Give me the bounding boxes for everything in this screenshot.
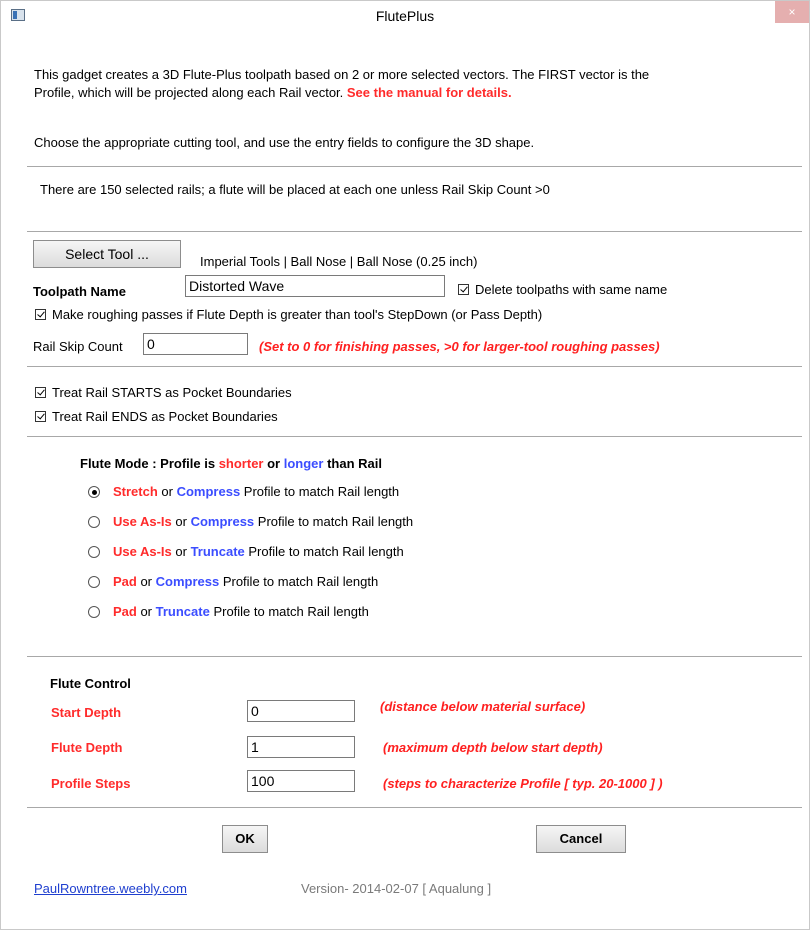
- checkbox-icon[interactable]: [458, 284, 469, 295]
- option-rest: Profile to match Rail length: [244, 544, 404, 559]
- toolpath-name-input[interactable]: [185, 275, 445, 297]
- rail-ends-label: Treat Rail ENDS as Pocket Boundaries: [52, 409, 278, 424]
- radio-icon[interactable]: [88, 546, 100, 558]
- rail-starts-label: Treat Rail STARTS as Pocket Boundaries: [52, 385, 292, 400]
- rails-info: There are 150 selected rails; a flute wi…: [40, 182, 550, 197]
- flute-mode-option[interactable]: Stretch or Compress Profile to match Rai…: [88, 484, 399, 499]
- option-or: or: [136, 604, 156, 619]
- ok-button[interactable]: OK: [222, 825, 268, 853]
- option-secondary: Compress: [155, 574, 220, 589]
- rail-starts-checkbox[interactable]: Treat Rail STARTS as Pocket Boundaries: [35, 385, 292, 400]
- flute-depth-hint: (maximum depth below start depth): [383, 740, 603, 755]
- website-link[interactable]: PaulRowntree.weebly.com: [34, 881, 187, 896]
- tool-description: Imperial Tools | Ball Nose | Ball Nose (…: [200, 254, 478, 269]
- option-secondary: Compress: [190, 514, 255, 529]
- option-secondary: Compress: [176, 484, 241, 499]
- divider: [27, 807, 802, 808]
- version-text: Version- 2014-02-07 [ Aqualung ]: [301, 881, 492, 896]
- option-secondary: Truncate: [190, 544, 245, 559]
- radio-icon[interactable]: [88, 576, 100, 588]
- profile-steps-label: Profile Steps: [51, 776, 131, 791]
- option-primary: Pad: [113, 604, 137, 619]
- flute-mode-heading-text: Flute Mode : Profile is: [80, 456, 219, 471]
- delete-toolpaths-checkbox[interactable]: Delete toolpaths with same name: [458, 282, 667, 297]
- option-rest: Profile to match Rail length: [219, 574, 379, 589]
- flute-mode-heading: Flute Mode : Profile is shorter or longe…: [80, 456, 382, 471]
- or-text: or: [263, 456, 284, 471]
- flute-depth-label: Flute Depth: [51, 740, 123, 755]
- option-primary: Stretch: [113, 484, 158, 499]
- option-or: or: [171, 544, 191, 559]
- title-bar: FlutePlus ×: [1, 1, 809, 31]
- intro-line-2-text: Profile, which will be projected along e…: [34, 85, 347, 100]
- longer-text: longer: [283, 456, 324, 471]
- intro-line-3: Choose the appropriate cutting tool, and…: [34, 135, 535, 150]
- divider: [27, 231, 802, 232]
- profile-steps-hint: (steps to characterize Profile [ typ. 20…: [383, 776, 663, 791]
- start-depth-input[interactable]: [247, 700, 355, 722]
- option-or: or: [171, 514, 191, 529]
- option-primary: Pad: [113, 574, 137, 589]
- rail-skip-input[interactable]: [143, 333, 248, 355]
- close-button[interactable]: ×: [775, 1, 809, 23]
- roughing-label: Make roughing passes if Flute Depth is g…: [52, 307, 543, 322]
- intro-line-1: This gadget creates a 3D Flute-Plus tool…: [34, 67, 650, 82]
- rail-skip-label: Rail Skip Count: [33, 339, 123, 354]
- start-depth-label: Start Depth: [51, 705, 122, 720]
- intro-line-2: Profile, which will be projected along e…: [34, 85, 512, 100]
- roughing-checkbox[interactable]: Make roughing passes if Flute Depth is g…: [35, 307, 542, 322]
- option-primary: Use As-Is: [113, 514, 172, 529]
- option-rest: Profile to match Rail length: [209, 604, 369, 619]
- flute-mode-option[interactable]: Pad or Truncate Profile to match Rail le…: [88, 604, 369, 619]
- flute-depth-input[interactable]: [247, 736, 355, 758]
- cancel-button[interactable]: Cancel: [536, 825, 626, 853]
- checkbox-icon[interactable]: [35, 309, 46, 320]
- flute-mode-option[interactable]: Pad or Compress Profile to match Rail le…: [88, 574, 378, 589]
- start-depth-hint: (distance below material surface): [380, 699, 586, 714]
- divider: [27, 436, 802, 437]
- window-title: FlutePlus: [375, 8, 435, 24]
- flute-mode-option[interactable]: Use As-Is or Truncate Profile to match R…: [88, 544, 404, 559]
- than-rail-text: than Rail: [323, 456, 382, 471]
- radio-icon[interactable]: [88, 606, 100, 618]
- option-or: or: [136, 574, 156, 589]
- option-rest: Profile to match Rail length: [240, 484, 400, 499]
- option-or: or: [157, 484, 177, 499]
- divider: [27, 166, 802, 167]
- flute-mode-option[interactable]: Use As-Is or Compress Profile to match R…: [88, 514, 413, 529]
- profile-steps-input[interactable]: [247, 770, 355, 792]
- checkbox-icon[interactable]: [35, 411, 46, 422]
- delete-toolpaths-label: Delete toolpaths with same name: [475, 282, 668, 297]
- divider: [27, 656, 802, 657]
- rail-skip-hint: (Set to 0 for finishing passes, >0 for l…: [259, 339, 660, 354]
- radio-icon[interactable]: [88, 516, 100, 528]
- divider: [27, 366, 802, 367]
- option-secondary: Truncate: [155, 604, 210, 619]
- option-rest: Profile to match Rail length: [254, 514, 414, 529]
- select-tool-button[interactable]: Select Tool ...: [33, 240, 181, 268]
- flute-control-heading: Flute Control: [50, 676, 131, 691]
- manual-note: See the manual for details.: [346, 85, 512, 100]
- checkbox-icon[interactable]: [35, 387, 46, 398]
- toolpath-name-label: Toolpath Name: [33, 284, 126, 299]
- radio-selected-icon[interactable]: [88, 486, 100, 498]
- rail-ends-checkbox[interactable]: Treat Rail ENDS as Pocket Boundaries: [35, 409, 278, 424]
- option-primary: Use As-Is: [113, 544, 172, 559]
- shorter-text: shorter: [218, 456, 264, 471]
